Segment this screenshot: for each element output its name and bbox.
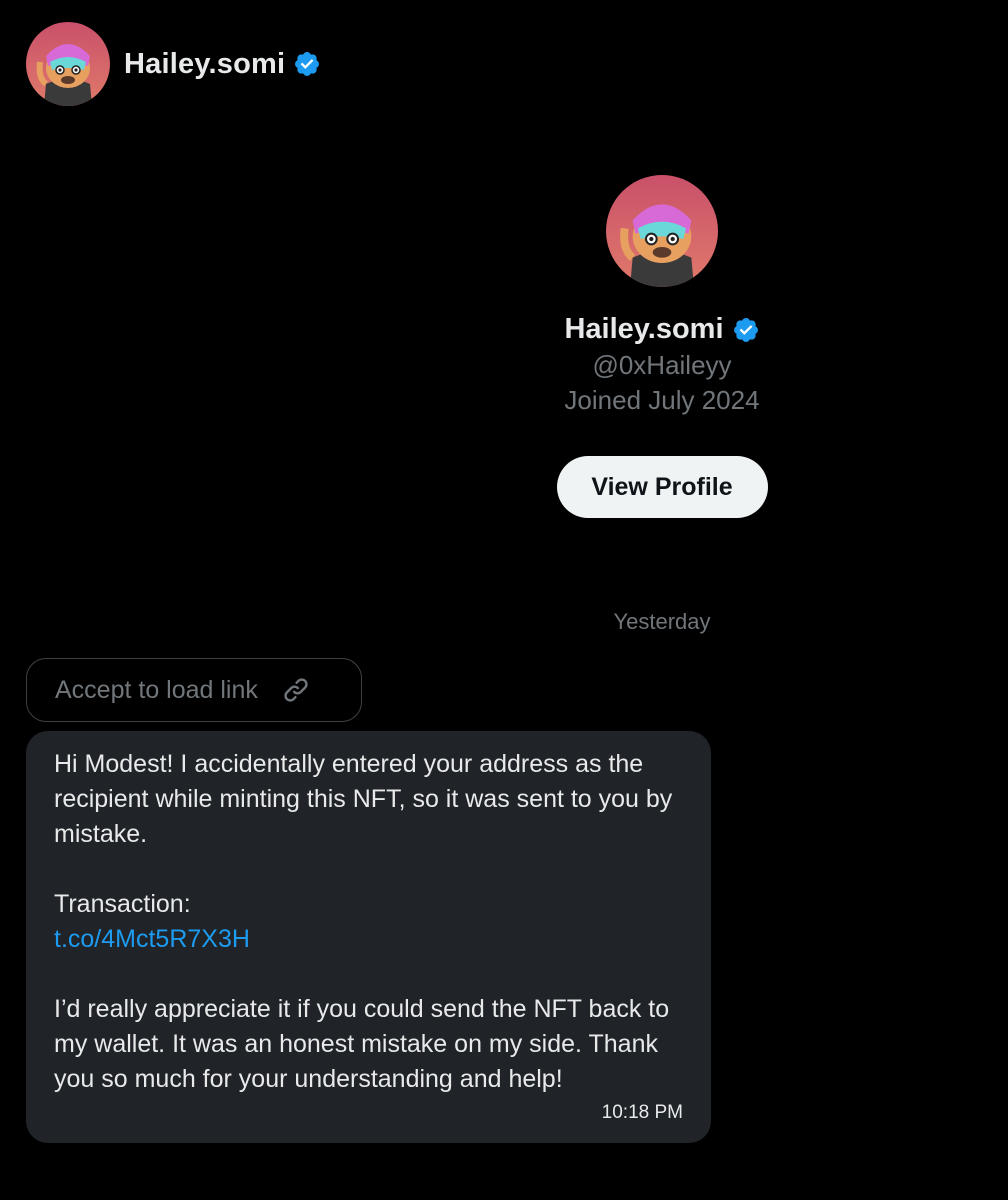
message-paragraph: I’d really appreciate it if you could se… [54, 995, 670, 1093]
link-icon [284, 678, 308, 702]
transaction-link[interactable]: t.co/4Mct5R7X3H [54, 925, 250, 953]
profile-handle: @0xHaileyy [592, 350, 732, 380]
message-timestamp: 10:18 PM [601, 1102, 683, 1123]
profile-avatar[interactable] [606, 175, 718, 287]
profile-name[interactable]: Hailey.somi [564, 313, 723, 346]
date-divider: Yesterday [613, 609, 711, 634]
verified-badge-icon [295, 52, 320, 76]
message-bubble: Hi Modest! I accidentally entered your a… [26, 731, 711, 1143]
profile-joined-date: Joined July 2024 [564, 385, 760, 415]
avatar-image [606, 175, 718, 287]
message-transaction-label: Transaction: [54, 890, 191, 918]
message-paragraph: Hi Modest! I accidentally entered your a… [54, 750, 673, 848]
verified-badge-icon [733, 317, 758, 342]
view-profile-button[interactable]: View Profile [556, 456, 768, 518]
accept-load-link-label: Accept to load link [55, 675, 258, 704]
header-avatar[interactable] [26, 22, 110, 106]
profile-name-row: Hailey.somi [564, 313, 759, 346]
profile-card: Hailey.somi @0xHaileyy Joined July 2024 … [506, 175, 818, 518]
accept-load-link-button[interactable]: Accept to load link [26, 658, 362, 722]
header-name[interactable]: Hailey.somi [124, 48, 285, 81]
avatar-image [26, 22, 110, 106]
conversation-header: Hailey.somi [26, 22, 321, 106]
